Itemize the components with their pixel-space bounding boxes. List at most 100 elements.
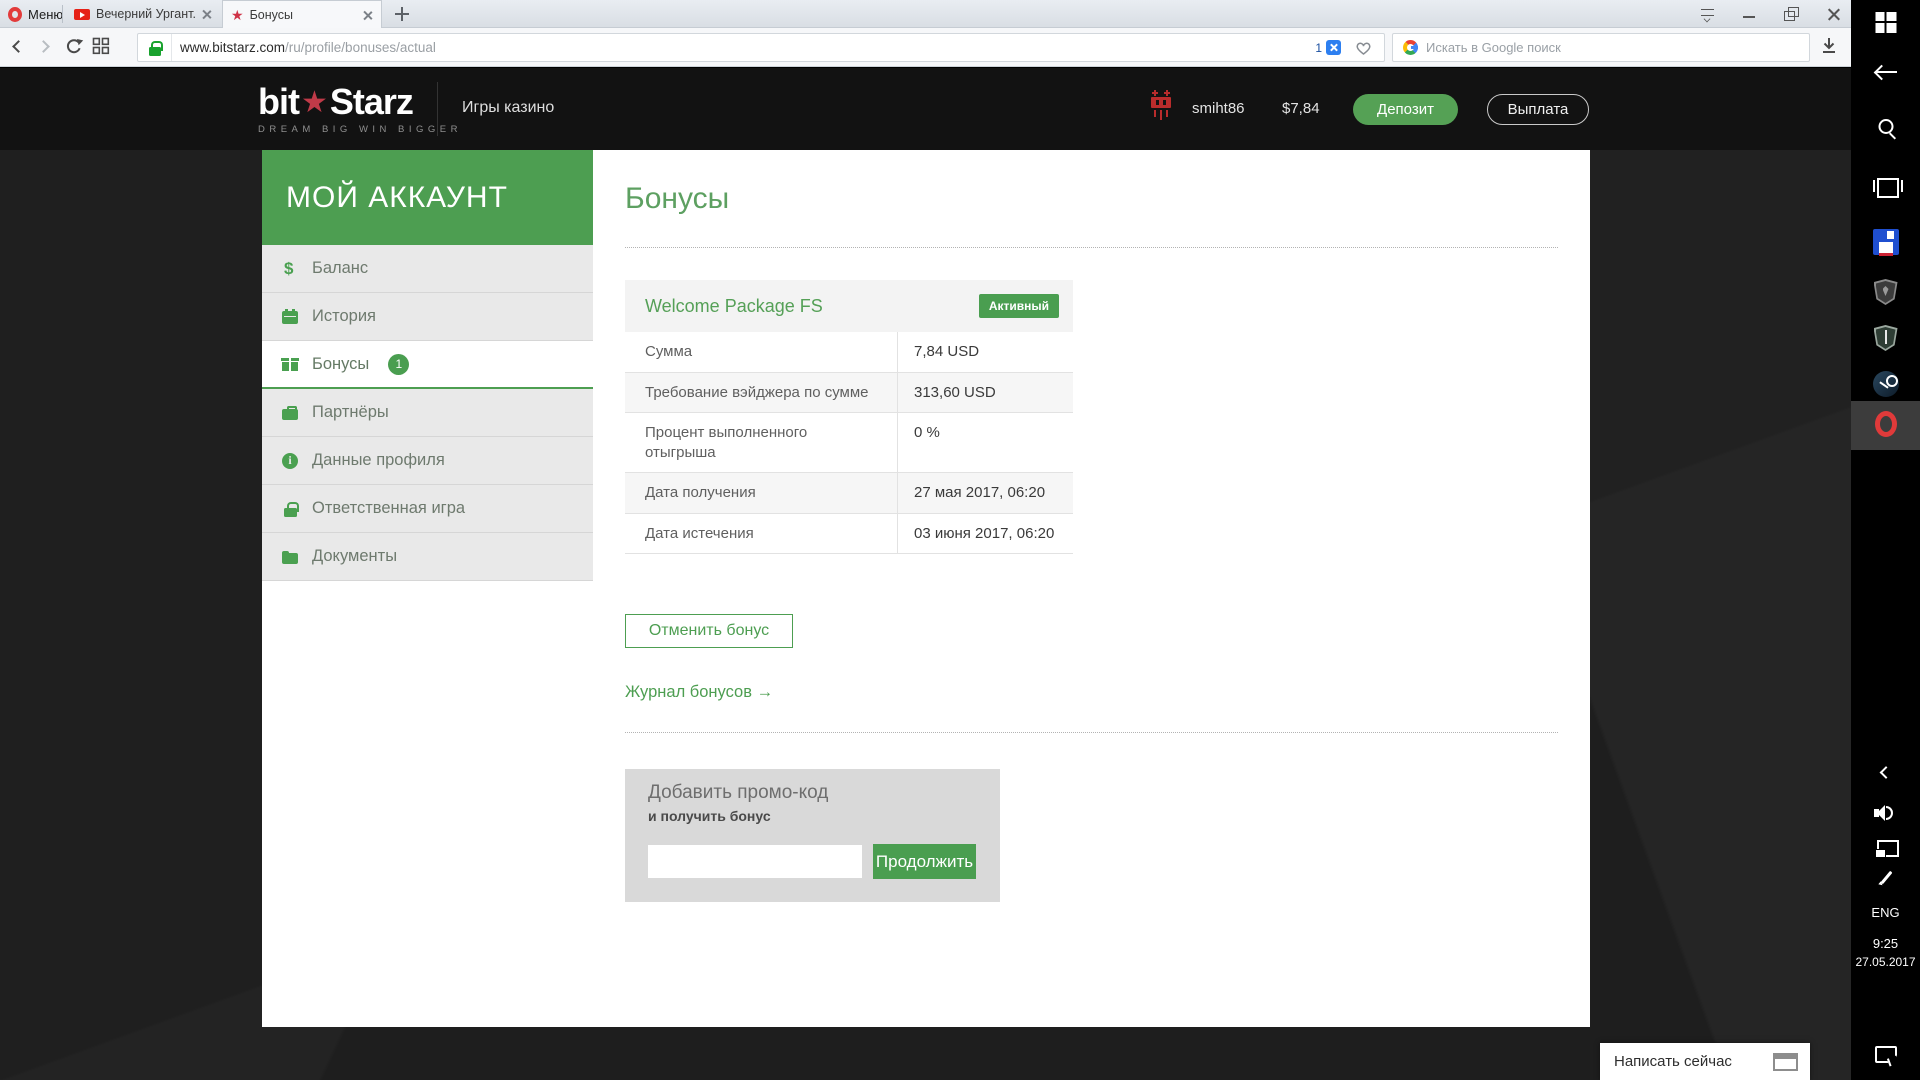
tab-bar: Меню Вечерний Ургант. В гостя ★ Бонусы bbox=[0, 0, 1851, 28]
forward-icon[interactable] bbox=[36, 37, 58, 59]
world-of-tanks-icon[interactable] bbox=[1874, 279, 1898, 305]
opera-app-icon[interactable] bbox=[1875, 411, 1897, 437]
tab-title: Вечерний Ургант. В гостя bbox=[96, 7, 196, 21]
row-value: 0 % bbox=[898, 413, 1073, 472]
bonus-robot-icon[interactable] bbox=[1148, 90, 1174, 122]
sidebar-item-bonuses[interactable]: Бонусы 1 bbox=[262, 341, 593, 389]
sidebar-item-documents[interactable]: Документы bbox=[262, 533, 593, 581]
extension-icon[interactable] bbox=[1326, 40, 1341, 55]
row-value: 27 мая 2017, 06:20 bbox=[898, 473, 1073, 513]
sidebar-item-profile[interactable]: Данные профиля bbox=[262, 437, 593, 485]
windows-start-icon[interactable] bbox=[1875, 12, 1896, 33]
heart-icon[interactable] bbox=[1355, 40, 1372, 56]
bonus-table: Welcome Package FS Активный Сумма 7,84 U… bbox=[625, 280, 1073, 554]
sidebar-item-history[interactable]: История bbox=[262, 293, 593, 341]
clock-date[interactable]: 27.05.2017 bbox=[1851, 955, 1920, 969]
steam-icon[interactable] bbox=[1873, 371, 1899, 397]
row-label: Сумма bbox=[625, 332, 898, 372]
action-center-icon[interactable] bbox=[1875, 1046, 1897, 1063]
row-label: Требование вэйджера по сумме bbox=[625, 373, 898, 413]
sidebar-item-label: Бонусы bbox=[312, 355, 369, 374]
tab-youtube[interactable]: Вечерний Ургант. В гостя bbox=[66, 0, 220, 28]
volume-icon[interactable] bbox=[1874, 805, 1898, 821]
sidebar-item-partners[interactable]: Партнёры bbox=[262, 389, 593, 437]
minimize-icon[interactable] bbox=[1742, 7, 1757, 21]
bonus-journal-link[interactable]: Журнал бонусов → bbox=[625, 683, 773, 702]
logo-tagline: DREAM BIG WIN BIGGER bbox=[258, 124, 462, 135]
logo-text-bit: bit bbox=[258, 81, 299, 123]
dollar-icon bbox=[281, 260, 299, 278]
reload-icon[interactable] bbox=[64, 37, 86, 59]
address-bar[interactable]: www.bitstarz.com/ru/profile/bonuses/actu… bbox=[137, 33, 1385, 62]
task-view-icon[interactable] bbox=[1873, 178, 1899, 196]
chat-widget[interactable]: Написать сейчас bbox=[1600, 1043, 1810, 1080]
nav-casino-games[interactable]: Игры казино bbox=[462, 99, 554, 117]
window-controls bbox=[1700, 0, 1841, 28]
promo-code-input[interactable] bbox=[648, 845, 862, 878]
dotted-divider bbox=[625, 732, 1558, 733]
tab-menu-icon[interactable] bbox=[1700, 7, 1715, 21]
dotted-divider bbox=[625, 247, 1558, 248]
table-row: Сумма 7,84 USD bbox=[625, 332, 1073, 373]
table-row: Требование вэйджера по сумме 313,60 USD bbox=[625, 373, 1073, 414]
speed-dial-icon[interactable] bbox=[92, 37, 114, 59]
url-text[interactable]: www.bitstarz.com/ru/profile/bonuses/actu… bbox=[180, 40, 1315, 55]
promo-subtitle: и получить бонус bbox=[648, 808, 771, 824]
search-input[interactable]: Искать в Google поиск bbox=[1392, 33, 1810, 62]
folder-icon bbox=[281, 548, 299, 566]
opera-menu-button[interactable]: Меню bbox=[8, 0, 63, 28]
url-path: /ru/profile/bonuses/actual bbox=[285, 40, 436, 55]
row-label: Процент выполненного отыгрыша bbox=[625, 413, 898, 472]
downloads-icon[interactable] bbox=[1819, 36, 1841, 58]
close-icon[interactable] bbox=[363, 10, 373, 20]
row-label: Дата истечения bbox=[625, 514, 898, 554]
back-icon[interactable] bbox=[8, 37, 30, 59]
opera-logo-icon bbox=[8, 7, 22, 22]
row-value: 03 июня 2017, 06:20 bbox=[898, 514, 1073, 554]
account-card: МОЙ АККАУНТ Баланс История Бонусы 1 bbox=[262, 150, 1590, 1027]
calendar-icon bbox=[281, 308, 299, 326]
pen-icon[interactable] bbox=[1877, 870, 1895, 888]
logo-star-icon: ★ bbox=[301, 85, 328, 120]
deposit-button[interactable]: Депозит bbox=[1353, 94, 1458, 125]
world-of-warships-icon[interactable] bbox=[1874, 325, 1898, 351]
row-value: 313,60 USD bbox=[898, 373, 1073, 413]
username[interactable]: smiht86 bbox=[1192, 100, 1245, 117]
sidebar-item-balance[interactable]: Баланс bbox=[262, 245, 593, 293]
browser-window: Меню Вечерний Ургант. В гостя ★ Бонусы bbox=[0, 0, 1851, 1080]
taskbar-search-icon[interactable] bbox=[1878, 119, 1893, 134]
hidden-icons-chevron[interactable] bbox=[1879, 766, 1892, 779]
save-app-icon[interactable] bbox=[1873, 229, 1899, 255]
search-placeholder: Искать в Google поиск bbox=[1426, 40, 1561, 55]
promo-code-box: Добавить промо-код и получить бонус Прод… bbox=[625, 769, 1000, 902]
main-content: Бонусы Welcome Package FS Активный Сумма… bbox=[593, 150, 1590, 1027]
network-icon[interactable] bbox=[1875, 840, 1897, 856]
close-window-icon[interactable] bbox=[1826, 7, 1841, 21]
language-indicator[interactable]: ENG bbox=[1851, 905, 1920, 920]
restore-icon[interactable] bbox=[1784, 7, 1799, 21]
bitstarz-logo[interactable]: bit ★ Starz DREAM BIG WIN BIGGER bbox=[258, 81, 462, 135]
table-row: Процент выполненного отыгрыша 0 % bbox=[625, 413, 1073, 473]
info-icon bbox=[281, 452, 299, 470]
bonus-table-header: Welcome Package FS Активный bbox=[625, 280, 1073, 332]
sidebar-item-responsible-gaming[interactable]: Ответственная игра bbox=[262, 485, 593, 533]
tab-title: Бонусы bbox=[250, 8, 357, 22]
row-label: Дата получения bbox=[625, 473, 898, 513]
promo-submit-button[interactable]: Продолжить bbox=[873, 844, 976, 879]
cancel-bonus-button[interactable]: Отменить бонус bbox=[625, 614, 793, 648]
promo-title: Добавить промо-код bbox=[648, 782, 828, 804]
clock-time[interactable]: 9:25 bbox=[1851, 936, 1920, 951]
payout-button[interactable]: Выплата bbox=[1487, 94, 1589, 125]
taskbar-back-icon[interactable] bbox=[1874, 62, 1898, 82]
sidebar-item-label: Данные профиля bbox=[312, 451, 445, 470]
arrow-right-icon: → bbox=[757, 683, 774, 701]
table-row: Дата получения 27 мая 2017, 06:20 bbox=[625, 473, 1073, 514]
close-icon[interactable] bbox=[202, 9, 212, 19]
chat-window-icon bbox=[1773, 1053, 1798, 1071]
star-icon: ★ bbox=[231, 8, 244, 22]
new-tab-button[interactable] bbox=[392, 4, 412, 24]
page-viewport: bit ★ Starz DREAM BIG WIN BIGGER Игры ка… bbox=[0, 68, 1851, 1080]
windows-taskbar: ENG 9:25 27.05.2017 bbox=[1851, 0, 1920, 1080]
secure-lock-area[interactable] bbox=[138, 34, 172, 61]
tab-bonuses-active[interactable]: ★ Бонусы bbox=[222, 0, 382, 28]
